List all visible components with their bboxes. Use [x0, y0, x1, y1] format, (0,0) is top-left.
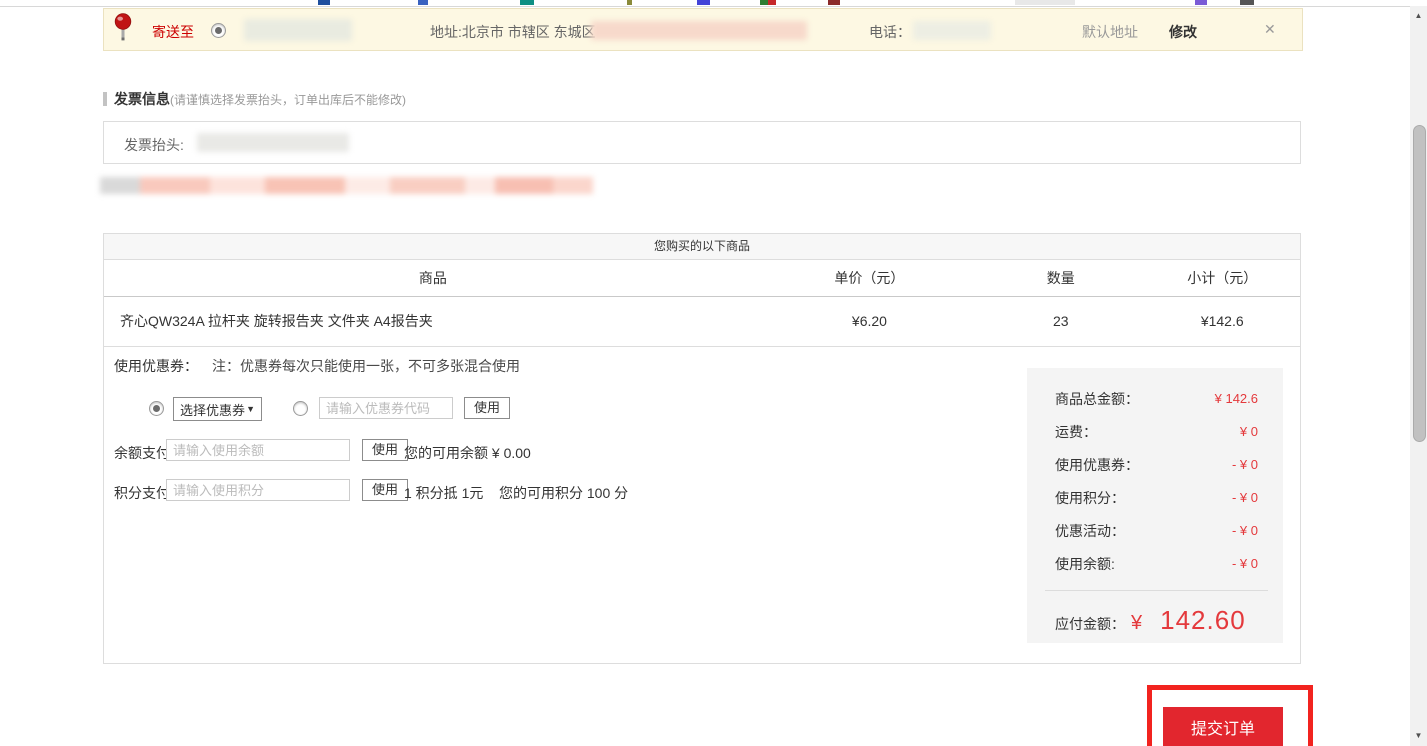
- invoice-box: 发票抬头:: [103, 121, 1301, 164]
- scrollbar[interactable]: ▲ ▼: [1410, 6, 1427, 746]
- redacted-phone-number: [913, 21, 991, 40]
- summary-label: 运费：: [1055, 422, 1097, 442]
- redacted-recipient-name: [244, 19, 352, 41]
- scrollbar-thumb[interactable]: [1413, 125, 1426, 442]
- points-input[interactable]: [166, 479, 350, 501]
- chevron-down-icon: ▼: [246, 404, 255, 414]
- bookmark-icon-fragment: [418, 0, 428, 5]
- summary-row: 运费： ¥ 0: [1055, 415, 1258, 448]
- summary-row: 使用余额: - ¥ 0: [1055, 547, 1258, 580]
- invoice-title-note: (请谨慎选择发票抬头，订单出库后不能修改): [170, 93, 406, 107]
- coupon-note: 注：优惠券每次只能使用一张，不可多张混合使用: [212, 358, 520, 374]
- summary-value: - ¥ 0: [1232, 523, 1258, 538]
- column-header-price: 单价（元）: [762, 260, 977, 296]
- bookmark-icon-fragment: [318, 0, 330, 5]
- total-currency: ¥: [1131, 612, 1142, 635]
- map-pin-icon: [113, 13, 133, 47]
- product-qty: 23: [977, 297, 1144, 346]
- use-balance-button[interactable]: 使用: [362, 439, 408, 461]
- column-header-product: 商品: [104, 260, 762, 296]
- coupon-code-input[interactable]: [319, 397, 453, 419]
- product-subtotal: ¥142.6: [1145, 297, 1300, 346]
- bookmark-icon-fragment: [627, 0, 632, 5]
- product-row: 齐心QW324A 拉杆夹 旋转报告夹 文件夹 A4报告夹 ¥6.20 23 ¥1…: [104, 297, 1300, 347]
- section-marker: [103, 92, 107, 106]
- summary-row: 使用优惠券： - ¥ 0: [1055, 448, 1258, 481]
- summary-label: 使用积分：: [1055, 488, 1125, 508]
- summary-label: 使用余额:: [1055, 554, 1115, 574]
- coupon-label: 使用优惠券：: [114, 358, 198, 374]
- points-available-text: 您的可用积分 100 分: [499, 483, 628, 503]
- use-points-button[interactable]: 使用: [362, 479, 408, 501]
- table-header-row: 商品 单价（元） 数量 小计（元）: [104, 260, 1300, 297]
- order-box: 您购买的以下商品 商品 单价（元） 数量 小计（元） 齐心QW324A 拉杆夹 …: [103, 233, 1301, 664]
- ship-to-label: 寄送至: [152, 22, 194, 42]
- summary-value: - ¥ 0: [1232, 490, 1258, 505]
- points-pay-label: 积分支付:: [114, 483, 174, 503]
- coupon-header: 使用优惠券： 注：优惠券每次只能使用一张，不可多张混合使用: [114, 356, 520, 376]
- invoice-section-title: 发票信息(请谨慎选择发票抬头，订单出库后不能修改): [103, 91, 406, 107]
- checkout-page: ▲ ▼ 寄送至 地址:北京市 市辖区 东城区 电话： 默认地址 修改 ✕: [0, 0, 1427, 746]
- page-content: 寄送至 地址:北京市 市辖区 东城区 电话： 默认地址 修改 ✕ 发票信息(请谨…: [103, 0, 1303, 746]
- bookmark-icon-fragment: [1240, 0, 1254, 5]
- balance-input[interactable]: [166, 439, 350, 461]
- redacted-address-detail: [591, 21, 807, 40]
- total-row: 应付金额： ¥ 142.60: [1055, 605, 1258, 636]
- use-coupon-button[interactable]: 使用: [464, 397, 510, 419]
- coupon-select-label: 选择优惠券: [180, 400, 245, 419]
- summary-value: ¥ 0: [1240, 424, 1258, 439]
- summary-row: 使用积分： - ¥ 0: [1055, 481, 1258, 514]
- submit-order-button[interactable]: 提交订单: [1163, 707, 1283, 746]
- redacted-text-line: [100, 177, 593, 194]
- bookmark-icon-fragment: [760, 0, 768, 5]
- coupon-select-radio[interactable]: [149, 401, 164, 416]
- bookmark-icon-fragment: [520, 0, 534, 5]
- coupon-select-dropdown[interactable]: 选择优惠券 ▼: [173, 397, 262, 421]
- summary-row: 商品总金额： ¥ 142.6: [1055, 382, 1258, 415]
- bookmark-icon-fragment: [828, 0, 840, 5]
- balance-available-text: 您的可用余额 ¥ 0.00: [404, 443, 531, 463]
- total-label: 应付金额：: [1055, 614, 1125, 634]
- summary-value: ¥ 142.6: [1215, 391, 1258, 406]
- browser-chrome-edge: [0, 0, 1427, 7]
- redacted-invoice-title: [197, 133, 349, 152]
- points-rate-text: 1 积分抵 1元: [404, 483, 483, 503]
- coupon-code-radio[interactable]: [293, 401, 308, 416]
- scroll-up-arrow[interactable]: ▲: [1410, 8, 1427, 24]
- invoice-title: 发票信息: [114, 91, 170, 107]
- modify-address-link[interactable]: 修改: [1169, 22, 1197, 42]
- summary-label: 优惠活动：: [1055, 521, 1125, 541]
- summary-label: 使用优惠券：: [1055, 455, 1139, 475]
- summary-row: 优惠活动： - ¥ 0: [1055, 514, 1258, 547]
- address-text: 地址:北京市 市辖区 东城区: [430, 22, 596, 42]
- address-radio[interactable]: [211, 23, 226, 38]
- default-address-label: 默认地址: [1082, 22, 1138, 42]
- products-band-title: 您购买的以下商品: [104, 234, 1300, 260]
- bookmark-icon-fragment: [697, 0, 710, 5]
- product-price: ¥6.20: [762, 297, 977, 346]
- balance-pay-label: 余额支付:: [114, 443, 174, 463]
- column-header-subtotal: 小计（元）: [1145, 260, 1300, 296]
- invoice-header-label: 发票抬头:: [124, 135, 184, 155]
- shipping-address-bar: 寄送至 地址:北京市 市辖区 东城区 电话： 默认地址 修改 ✕: [103, 8, 1303, 51]
- summary-value: - ¥ 0: [1232, 556, 1258, 571]
- scroll-down-arrow[interactable]: ▼: [1410, 728, 1427, 744]
- bookmark-icon-fragment: [1015, 0, 1075, 5]
- summary-divider: [1045, 590, 1268, 591]
- total-amount: 142.60: [1160, 605, 1246, 636]
- summary-label: 商品总金额：: [1055, 389, 1139, 409]
- bookmark-icon-fragment: [768, 0, 776, 5]
- phone-label: 电话：: [869, 22, 911, 42]
- summary-value: - ¥ 0: [1232, 457, 1258, 472]
- order-summary-panel: 商品总金额： ¥ 142.6 运费： ¥ 0 使用优惠券： - ¥ 0 使用积分…: [1027, 368, 1283, 643]
- close-icon[interactable]: ✕: [1264, 21, 1276, 38]
- product-name: 齐心QW324A 拉杆夹 旋转报告夹 文件夹 A4报告夹: [104, 297, 762, 346]
- bookmark-icon-fragment: [1195, 0, 1207, 5]
- column-header-qty: 数量: [977, 260, 1144, 296]
